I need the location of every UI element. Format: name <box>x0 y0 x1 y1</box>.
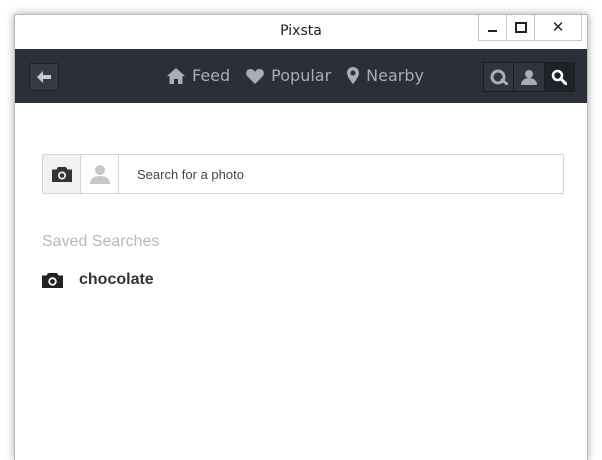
nav-feed[interactable]: Feed <box>167 66 230 85</box>
tag-search-icon <box>490 69 508 85</box>
user-search-icon <box>520 70 537 85</box>
nav-tabs: Feed Popular Nearby <box>167 66 424 85</box>
maximize-icon <box>514 22 527 33</box>
minimize-button[interactable] <box>478 15 506 41</box>
title-bar[interactable]: Pixsta ✕ <box>15 15 587 49</box>
tag-search-button[interactable] <box>484 63 515 91</box>
saved-search-label: chocolate <box>79 271 154 288</box>
user-search-toggle[interactable] <box>81 155 119 193</box>
minimize-icon <box>488 29 497 32</box>
heart-icon <box>246 68 265 84</box>
search-mode-group <box>483 62 575 92</box>
app-window: Pixsta ✕ Feed Popular Nearby Search for … <box>14 14 588 460</box>
nav-popular-label: Popular <box>271 66 332 85</box>
search-bar <box>42 154 564 194</box>
nav-popular[interactable]: Popular <box>246 66 331 85</box>
back-button[interactable] <box>29 63 59 91</box>
search-icon <box>552 69 568 85</box>
saved-searches-heading: Saved Searches <box>42 233 160 250</box>
search-input[interactable] <box>119 155 563 193</box>
map-pin-icon <box>347 67 360 84</box>
maximize-button[interactable] <box>506 15 534 41</box>
home-icon <box>167 67 185 84</box>
user-icon <box>89 165 110 184</box>
user-search-button[interactable] <box>514 63 545 91</box>
close-button[interactable]: ✕ <box>534 15 582 41</box>
nav-nearby[interactable]: Nearby <box>347 66 424 85</box>
close-icon: ✕ <box>551 18 565 36</box>
camera-icon <box>42 273 63 288</box>
search-button[interactable] <box>544 63 574 91</box>
nav-nearby-label: Nearby <box>366 66 424 85</box>
nav-feed-label: Feed <box>192 66 231 85</box>
arrow-left-icon <box>37 71 51 83</box>
top-navbar: Feed Popular Nearby <box>15 49 587 103</box>
camera-icon <box>51 167 72 182</box>
saved-search-item[interactable]: chocolate <box>42 271 154 289</box>
photo-search-toggle[interactable] <box>43 155 81 193</box>
